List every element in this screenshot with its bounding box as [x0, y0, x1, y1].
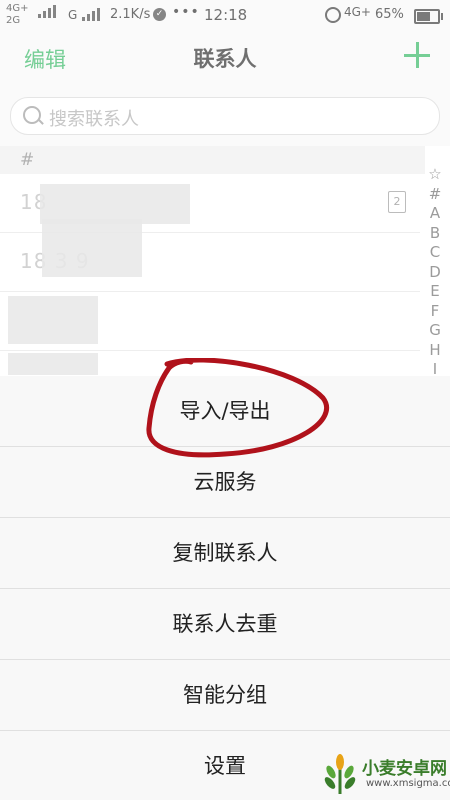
copy-contacts-option[interactable]: 复制联系人 [0, 518, 450, 589]
watermark-url: www.xmsigma.com [366, 778, 450, 789]
action-sheet: 导入/导出 云服务 复制联系人 联系人去重 智能分组 设置 [0, 376, 450, 800]
smart-group-option[interactable]: 智能分组 [0, 660, 450, 731]
import-export-option[interactable]: 导入/导出 [0, 376, 450, 447]
wheat-logo-icon [324, 754, 356, 794]
cloud-service-option[interactable]: 云服务 [0, 447, 450, 518]
watermark: 小麦安卓网 www.xmsigma.com [318, 750, 450, 798]
dedupe-contacts-option[interactable]: 联系人去重 [0, 589, 450, 660]
watermark-title: 小麦安卓网 [362, 759, 447, 779]
dim-overlay [0, 0, 450, 376]
